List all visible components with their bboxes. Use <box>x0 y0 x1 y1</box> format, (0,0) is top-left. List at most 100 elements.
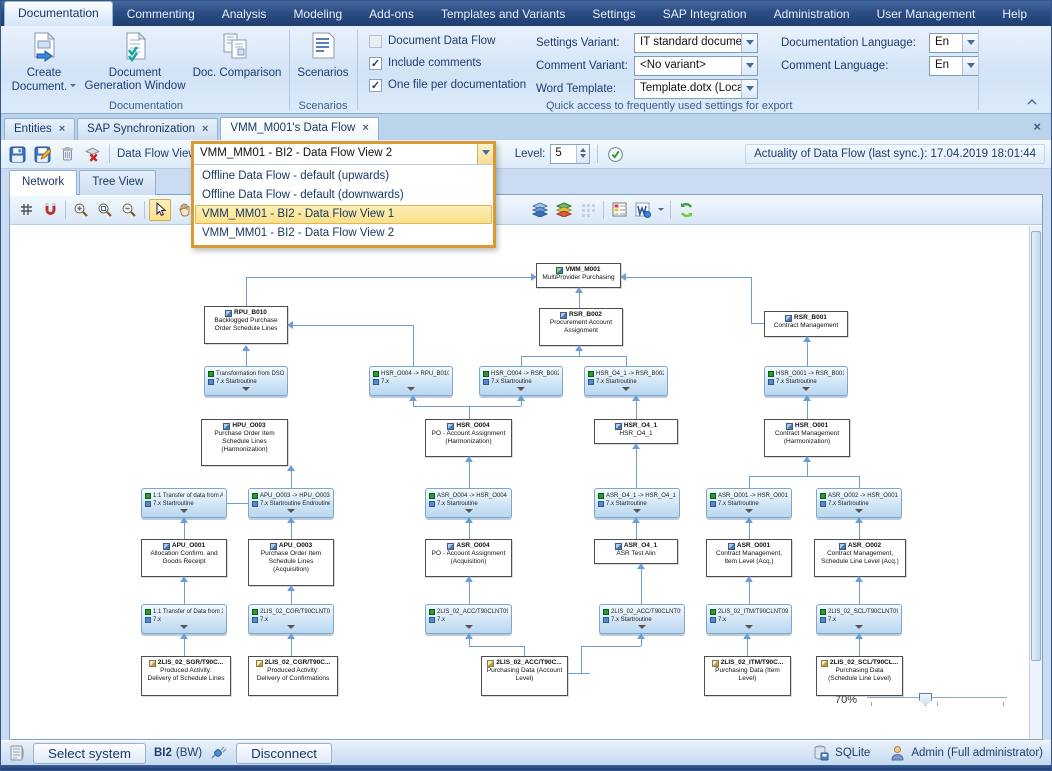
select-system-button[interactable]: Select system <box>33 743 146 764</box>
diagram-node-transformation[interactable]: HSR_O001 -> RSR_B0017.x Startroutine <box>764 366 848 396</box>
zoom-slider-thumb[interactable] <box>919 693 932 706</box>
field-dropdown-icon[interactable] <box>741 34 757 52</box>
document-tab-vmm-m001-s-data-flow[interactable]: VMM_M001's Data Flow× <box>220 117 378 140</box>
expander-icon[interactable] <box>465 625 473 633</box>
diagram-node-transformation[interactable]: ASR_O004 -> HSR_O0047.x Startroutine <box>425 488 512 518</box>
ribbon-tab-settings[interactable]: Settings <box>579 3 648 26</box>
field-combobox[interactable]: En <box>929 33 979 53</box>
expander-icon[interactable] <box>802 387 810 395</box>
expander-icon[interactable] <box>287 625 295 633</box>
combobox-dropdown-icon[interactable] <box>477 144 493 164</box>
layers-colored-icon[interactable] <box>553 199 575 221</box>
legend-icon[interactable] <box>608 199 630 221</box>
scenarios-button[interactable]: Scenarios <box>293 29 353 109</box>
ribbon-tab-commenting[interactable]: Commenting <box>114 3 208 26</box>
ribbon-tab-user-management[interactable]: User Management <box>864 3 989 26</box>
snap-magnet-icon[interactable] <box>39 199 61 221</box>
dataflow-canvas[interactable]: 70% VMM_M001MultiProvider PurchasingRPU_… <box>10 226 1029 739</box>
expander-icon[interactable] <box>465 509 473 517</box>
ribbon-tab-analysis[interactable]: Analysis <box>209 3 280 26</box>
diagram-node-datasource[interactable]: 2LIS_02_CGR/T90C...Produced Activity:Del… <box>248 656 338 696</box>
document-generation-window-button[interactable]: Document Generation Window <box>83 29 187 109</box>
grid-dots-icon[interactable] <box>577 199 599 221</box>
diagram-node-transformation[interactable]: ASR_O001 -> HSR_O0017.x Startroutine <box>706 488 792 518</box>
diagram-node-dso[interactable]: HSR_O004PO - Account Assignment(Harmoniz… <box>425 419 512 457</box>
close-icon[interactable]: × <box>362 122 368 134</box>
field-combobox[interactable]: Template.dotx (Local) <box>634 79 758 99</box>
expander-icon[interactable] <box>180 509 188 517</box>
document-tab-sap-synchronization[interactable]: SAP Synchronization× <box>77 118 218 140</box>
field-combobox[interactable]: <No variant> <box>634 56 758 76</box>
diagram-node-transformation[interactable]: HSR_O4_1 -> RSR_B0027.x Startroutine <box>584 366 668 396</box>
ribbon-tab-add-ons[interactable]: Add-ons <box>356 3 427 26</box>
dropdown-item-vmm-mm01-bi2-data-flow-view-1[interactable]: VMM_MM01 - BI2 - Data Flow View 1 <box>195 205 492 224</box>
dropdown-item-offline-data-flow-default-upwards[interactable]: Offline Data Flow - default (upwards) <box>195 167 492 186</box>
diagram-node-dso[interactable]: HSR_O4_1HSR_O4_1 <box>594 419 678 444</box>
close-icon[interactable]: × <box>202 123 208 135</box>
zoom-out-icon[interactable] <box>118 199 140 221</box>
ribbon-tab-templates-and-variants[interactable]: Templates and Variants <box>428 3 579 26</box>
diagram-node-transformation[interactable]: 2LIS_02_ACC/T90CLNT090 ->...7.x Startrou… <box>599 604 685 634</box>
checkbox-document-data-flow[interactable]: Document Data Flow <box>369 33 526 49</box>
doc-comparison-button[interactable]: Doc. Comparison <box>189 29 285 109</box>
diagram-node-transformation[interactable]: ASR_O4_1 -> HSR_O4_17.x Startroutine <box>594 488 680 518</box>
diagram-node-transformation[interactable]: 2LIS_02_ACC/T90CLNT090 ->...7.x <box>425 604 512 634</box>
diagram-node-dso[interactable]: ASR_O001Contract Management,Item Level (… <box>706 539 792 577</box>
dropdown-item-vmm-mm01-bi2-data-flow-view-2[interactable]: VMM_MM01 - BI2 - Data Flow View 2 <box>195 224 492 243</box>
expander-icon[interactable] <box>638 625 646 633</box>
collapse-ribbon-icon[interactable] <box>1025 97 1039 109</box>
zoom-in-icon[interactable] <box>70 199 92 221</box>
delete-icon[interactable] <box>57 144 77 164</box>
diagram-node-transformation[interactable]: 2LIS_02_ITM/T90CLNT090 ->...7.x <box>706 604 792 634</box>
checkbox-one-file-per-documentation[interactable]: One file per documentation <box>369 77 526 93</box>
disconnect-button[interactable]: Disconnect <box>236 743 332 764</box>
diagram-node-dso[interactable]: HSR_O001Contract Management(Harmonizatio… <box>764 419 850 457</box>
field-dropdown-icon[interactable] <box>741 57 757 75</box>
create-document-button[interactable]: Create Document. <box>7 29 81 109</box>
document-tab-entities[interactable]: Entities× <box>4 118 75 140</box>
view-tab-network[interactable]: Network <box>9 170 77 195</box>
dropdown-item-offline-data-flow-default-downwards[interactable]: Offline Data Flow - default (downwards) <box>195 186 492 205</box>
diagram-node-transformation[interactable]: APU_O003 -> HPU_O0037.x Startroutine End… <box>248 488 334 518</box>
diagram-node-datasource[interactable]: 2LIS_02_ITM/T90C...Purchasing Data (Item… <box>704 656 791 696</box>
field-dropdown-icon[interactable] <box>962 34 978 52</box>
diagram-node-transformation[interactable]: HSR_O004 -> RPU_B0107.x <box>369 366 453 396</box>
expander-icon[interactable] <box>855 509 863 517</box>
stepper-arrows-icon[interactable] <box>576 145 589 163</box>
checkbox-include-comments[interactable]: Include comments <box>369 55 526 71</box>
expander-icon[interactable] <box>633 509 641 517</box>
diagram-node-dso[interactable]: RPU_B010Backlogged PurchaseOrder Schedul… <box>204 306 288 344</box>
field-combobox[interactable]: IT standard documen... <box>634 33 758 53</box>
expander-icon[interactable] <box>180 625 188 633</box>
ribbon-tab-administration[interactable]: Administration <box>761 3 863 26</box>
diagram-node-dso[interactable]: RSR_B001Contract Management <box>764 311 848 337</box>
diagram-node-dso[interactable]: HPU_O003Purchase Order ItemSchedule Line… <box>201 419 288 466</box>
word-export-caret-icon[interactable] <box>656 201 666 219</box>
field-combobox[interactable]: En <box>929 56 979 76</box>
diagram-node-transformation[interactable]: 2LIS_02_SCL/T90CLNT090 ->...7.x <box>816 604 902 634</box>
diagram-node-dso[interactable]: ASR_O4_1ASR Test Alin <box>594 539 678 564</box>
data-flow-view-combobox[interactable]: VMM_MM01 - BI2 - Data Flow View 2 Offlin… <box>191 141 496 248</box>
field-dropdown-icon[interactable] <box>962 57 978 75</box>
ribbon-tab-documentation[interactable]: Documentation <box>4 1 113 26</box>
expander-icon[interactable] <box>242 387 250 395</box>
diagram-node-transformation[interactable]: Transformation from DSO HP...7.x Startro… <box>204 366 288 396</box>
diagram-node-datasource[interactable]: 2LIS_02_ACC/T90C...Purchasing Data (Acco… <box>481 656 568 696</box>
grid-icon[interactable] <box>15 199 37 221</box>
diagram-node-dso[interactable]: APU_O001Allocation Confirm. andGoods Rec… <box>141 539 227 577</box>
zoom-window-icon[interactable] <box>94 199 116 221</box>
diagram-node-transformation[interactable]: 2LIS_02_CGR/T90CLNT090 ->...7.x <box>248 604 334 634</box>
ribbon-tab-help[interactable]: Help <box>989 3 1040 26</box>
ribbon-tab-sap-integration[interactable]: SAP Integration <box>650 3 760 26</box>
diagram-node-dso[interactable]: RSR_B002Procurement AccountAssignment <box>539 308 623 346</box>
diagram-node-transformation[interactable]: 1:1 Transfer of Data from 2LIS...7.x <box>141 604 227 634</box>
close-tabstrip-icon[interactable]: × <box>1033 119 1041 134</box>
scrollbar-thumb[interactable] <box>1031 231 1041 661</box>
expander-icon[interactable] <box>517 387 525 395</box>
save-as-icon[interactable] <box>32 144 52 164</box>
sync-clock-icon[interactable] <box>605 144 625 164</box>
field-dropdown-icon[interactable] <box>741 80 757 98</box>
diagram-node-transformation[interactable]: 1:1 Transfer of data from APU...7.x Star… <box>141 488 227 518</box>
refresh-icon[interactable] <box>675 199 697 221</box>
combobox-field[interactable]: VMM_MM01 - BI2 - Data Flow View 2 <box>194 144 493 165</box>
